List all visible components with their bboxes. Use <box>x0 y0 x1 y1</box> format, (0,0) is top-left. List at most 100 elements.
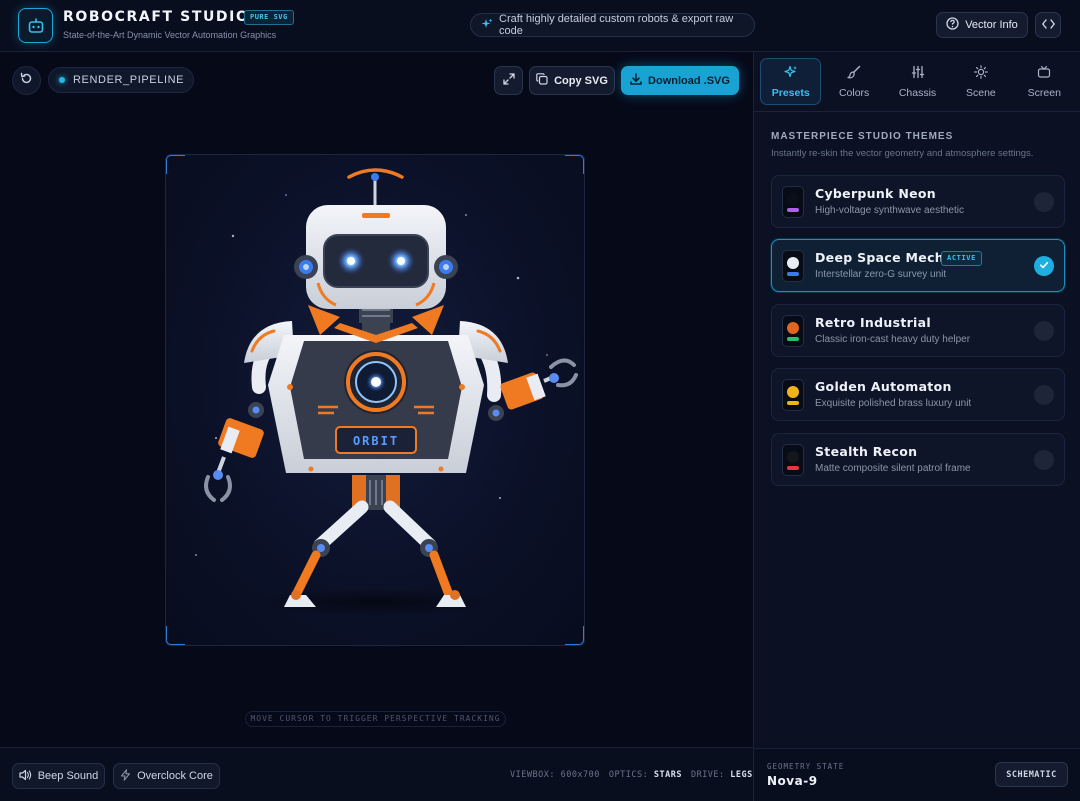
robot-logo-icon <box>18 8 53 43</box>
theme-description: Exquisite polished brass luxury unit <box>815 398 972 409</box>
tab-scene[interactable]: Scene <box>950 58 1011 105</box>
pure-svg-badge: PURE SVG <box>244 10 294 25</box>
reset-button[interactable] <box>12 66 41 95</box>
theme-radio[interactable] <box>1034 385 1054 405</box>
help-circle-icon <box>946 17 959 33</box>
swatch-primary <box>787 322 799 334</box>
robot-legs <box>284 475 466 607</box>
theme-name: Retro Industrial <box>815 315 931 330</box>
app-header: ROBOCRAFT STUDIO PURE SVG State-of-the-A… <box>0 0 1080 52</box>
expand-icon <box>502 72 515 90</box>
optics-stat: OPTICS: STARS <box>608 770 682 780</box>
tv-icon <box>1037 65 1051 82</box>
chest-label: ORBIT <box>352 434 400 448</box>
copy-icon <box>536 73 548 88</box>
overclock-core-button[interactable]: Overclock Core <box>113 763 220 789</box>
geometry-footer: GEOMETRY STATE Nova-9 SCHEMATIC <box>754 748 1080 801</box>
tagline-pill: Craft highly detailed custom robots & ex… <box>470 13 755 37</box>
rotate-ccw-icon <box>20 72 33 90</box>
theme-description: Matte composite silent patrol frame <box>815 463 971 474</box>
main-stage: RENDER_PIPELINE Copy SVG Download .SVG O… <box>0 52 753 747</box>
overclock-core-label: Overclock Core <box>137 770 213 782</box>
theme-description: Classic iron-cast heavy duty helper <box>815 334 971 345</box>
robot-canvas[interactable]: ORBIT <box>165 154 585 646</box>
frame-corner <box>166 626 185 645</box>
swatch-primary <box>787 386 799 398</box>
theme-card-stealth-recon[interactable]: Stealth Recon Matte composite silent pat… <box>771 433 1065 486</box>
swatch-accent <box>787 337 799 341</box>
tab-label: Scene <box>966 86 996 99</box>
theme-swatch <box>782 379 804 411</box>
fullscreen-button[interactable] <box>494 66 523 95</box>
geometry-state-value: Nova-9 <box>767 774 818 788</box>
theme-card-deep-space-mech[interactable]: Deep Space Mech ACTIVE Interstellar zero… <box>771 239 1065 292</box>
render-pipeline-status: RENDER_PIPELINE <box>48 67 194 93</box>
swatch-accent <box>787 401 799 405</box>
vector-info-label: Vector Info <box>965 19 1018 31</box>
swatch-primary <box>787 451 799 463</box>
schematic-button[interactable]: SCHEMATIC <box>995 762 1068 787</box>
frame-corner <box>565 155 584 174</box>
pipeline-label: RENDER_PIPELINE <box>73 74 185 86</box>
theme-radio[interactable] <box>1034 321 1054 341</box>
theme-swatch <box>782 250 804 282</box>
tab-presets[interactable]: Presets <box>760 58 822 105</box>
geometry-state-label: GEOMETRY STATE <box>767 762 845 771</box>
theme-swatch <box>782 444 804 476</box>
theme-card-retro-industrial[interactable]: Retro Industrial Classic iron-cast heavy… <box>771 304 1065 357</box>
copy-svg-label: Copy SVG <box>554 74 608 87</box>
tab-label: Chassis <box>898 86 937 99</box>
tab-chassis[interactable]: Chassis <box>887 58 948 105</box>
tab-colors[interactable]: Colors <box>823 58 884 105</box>
perspective-hint: MOVE CURSOR TO TRIGGER PERSPECTIVE TRACK… <box>245 711 506 727</box>
themes-description: Instantly re-skin the vector geometry an… <box>771 148 1034 159</box>
code-view-button[interactable] <box>1035 12 1061 38</box>
lightning-icon <box>120 768 131 784</box>
drive-stat: DRIVE: LEGS <box>690 770 753 780</box>
robot-illustration <box>195 168 578 616</box>
sliders-icon <box>911 65 925 82</box>
tagline-text: Craft highly detailed custom robots & ex… <box>499 13 734 37</box>
code-brackets-icon <box>1041 16 1055 34</box>
render-stats: VIEWBOX: 600x700 OPTICS: STARS DRIVE: LE… <box>510 770 753 780</box>
themes-heading: MASTERPIECE STUDIO THEMES <box>771 131 954 142</box>
brand-subtitle: State-of-the-Art Dynamic Vector Automati… <box>63 30 277 40</box>
sparkles-icon <box>784 65 798 82</box>
brush-icon <box>847 65 861 82</box>
download-svg-button[interactable]: Download .SVG <box>621 66 739 95</box>
theme-name: Cyberpunk Neon <box>815 186 936 201</box>
brand-title: ROBOCRAFT STUDIO <box>63 9 250 25</box>
theme-name: Stealth Recon <box>815 444 918 459</box>
tab-label: Colors <box>838 86 870 99</box>
panel-tabs: Presets Colors Chassis Scene Screen <box>754 52 1080 112</box>
swatch-accent <box>787 466 799 470</box>
theme-card-golden-automaton[interactable]: Golden Automaton Exquisite polished bras… <box>771 368 1065 421</box>
swatch-accent <box>787 272 799 276</box>
side-panel: Presets Colors Chassis Scene Screen MAST… <box>753 52 1080 801</box>
robot-left-arm <box>204 340 277 502</box>
vector-info-button[interactable]: Vector Info <box>936 12 1028 38</box>
theme-radio[interactable] <box>1034 192 1054 212</box>
swatch-accent <box>787 208 799 212</box>
status-dot <box>59 77 65 83</box>
frame-corner <box>565 626 584 645</box>
viewbox-stat: VIEWBOX: 600x700 <box>510 770 600 780</box>
beep-sound-button[interactable]: Beep Sound <box>12 763 105 789</box>
theme-description: High-voltage synthwave aesthetic <box>815 205 964 216</box>
theme-radio[interactable] <box>1034 450 1054 470</box>
frame-corner <box>166 155 185 174</box>
speaker-icon <box>19 769 32 784</box>
tab-screen[interactable]: Screen <box>1014 58 1075 105</box>
tab-label: Screen <box>1027 86 1061 99</box>
copy-svg-button[interactable]: Copy SVG <box>529 66 615 95</box>
theme-description: Interstellar zero-G survey unit <box>815 269 947 280</box>
tab-label: Presets <box>771 86 810 99</box>
theme-name: Golden Automaton <box>815 379 952 394</box>
theme-card-cyberpunk-neon[interactable]: Cyberpunk Neon High-voltage synthwave ae… <box>771 175 1065 228</box>
download-svg-label: Download .SVG <box>648 74 730 87</box>
check-icon <box>1039 257 1049 275</box>
theme-radio-checked[interactable] <box>1034 256 1054 276</box>
swatch-primary <box>787 257 799 269</box>
robot-head <box>294 205 458 309</box>
theme-swatch <box>782 315 804 347</box>
